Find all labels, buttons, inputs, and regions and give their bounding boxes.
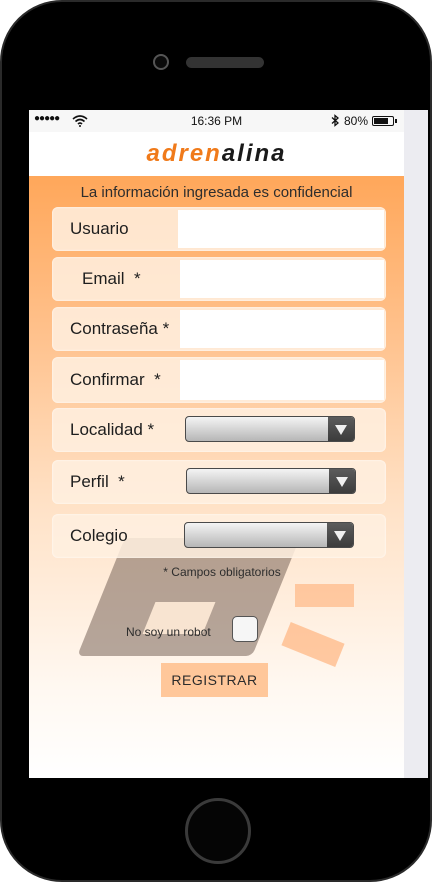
email-input[interactable] <box>180 260 384 298</box>
email-label: Email * <box>82 269 141 288</box>
app-screen: ●●●●● 16:36 PM 80% adrenalina La informa… <box>29 110 404 778</box>
perfil-row: Perfil * <box>52 460 386 504</box>
colegio-row: Colegio <box>52 514 386 558</box>
earpiece-speaker <box>186 57 264 68</box>
confirmar-row: Confirmar * <box>52 357 386 403</box>
localidad-row: Localidad * <box>52 408 386 452</box>
battery-tip <box>395 119 397 123</box>
chevron-down-icon[interactable] <box>327 523 353 547</box>
logo-part-2: alina <box>221 140 287 167</box>
confidential-notice: La información ingresada es confidencial <box>80 184 353 201</box>
perfil-label: Perfil * <box>70 472 125 491</box>
bluetooth-icon <box>331 114 340 130</box>
confirmar-input[interactable] <box>180 360 384 400</box>
chevron-down-icon[interactable] <box>328 417 354 441</box>
battery-icon <box>372 116 397 126</box>
email-row: Email * <box>52 257 386 301</box>
colegio-select[interactable] <box>184 522 354 548</box>
battery-fill <box>374 118 388 124</box>
scroll-gutter <box>404 110 428 778</box>
app-logo: adrenalina <box>29 140 404 168</box>
battery-percent: 80% <box>344 114 369 128</box>
contrasena-label: Contraseña * <box>70 319 170 338</box>
localidad-label: Localidad * <box>70 420 155 439</box>
home-button[interactable] <box>185 798 251 864</box>
localidad-select[interactable] <box>185 416 355 442</box>
required-fields-note: * Campos obligatorios <box>163 565 281 579</box>
captcha-label: No soy un robot <box>126 625 211 639</box>
watermark-bar-top <box>295 584 354 607</box>
camera-lens <box>153 54 169 70</box>
usuario-label: Usuario <box>70 219 129 238</box>
contrasena-input[interactable] <box>180 310 384 348</box>
status-bar: ●●●●● 16:36 PM 80% <box>29 110 404 132</box>
contrasena-row: Contraseña * <box>52 307 386 351</box>
perfil-select[interactable] <box>186 468 356 494</box>
chevron-down-icon[interactable] <box>329 469 355 493</box>
confirmar-label: Confirmar * <box>70 370 161 389</box>
logo-part-1: adren <box>146 140 222 167</box>
app-header: adrenalina <box>29 132 404 176</box>
captcha-checkbox[interactable] <box>232 616 258 642</box>
colegio-label: Colegio <box>70 526 128 545</box>
usuario-row: Usuario <box>52 207 386 251</box>
register-button[interactable]: REGISTRAR <box>161 663 268 697</box>
usuario-input[interactable] <box>178 210 384 248</box>
